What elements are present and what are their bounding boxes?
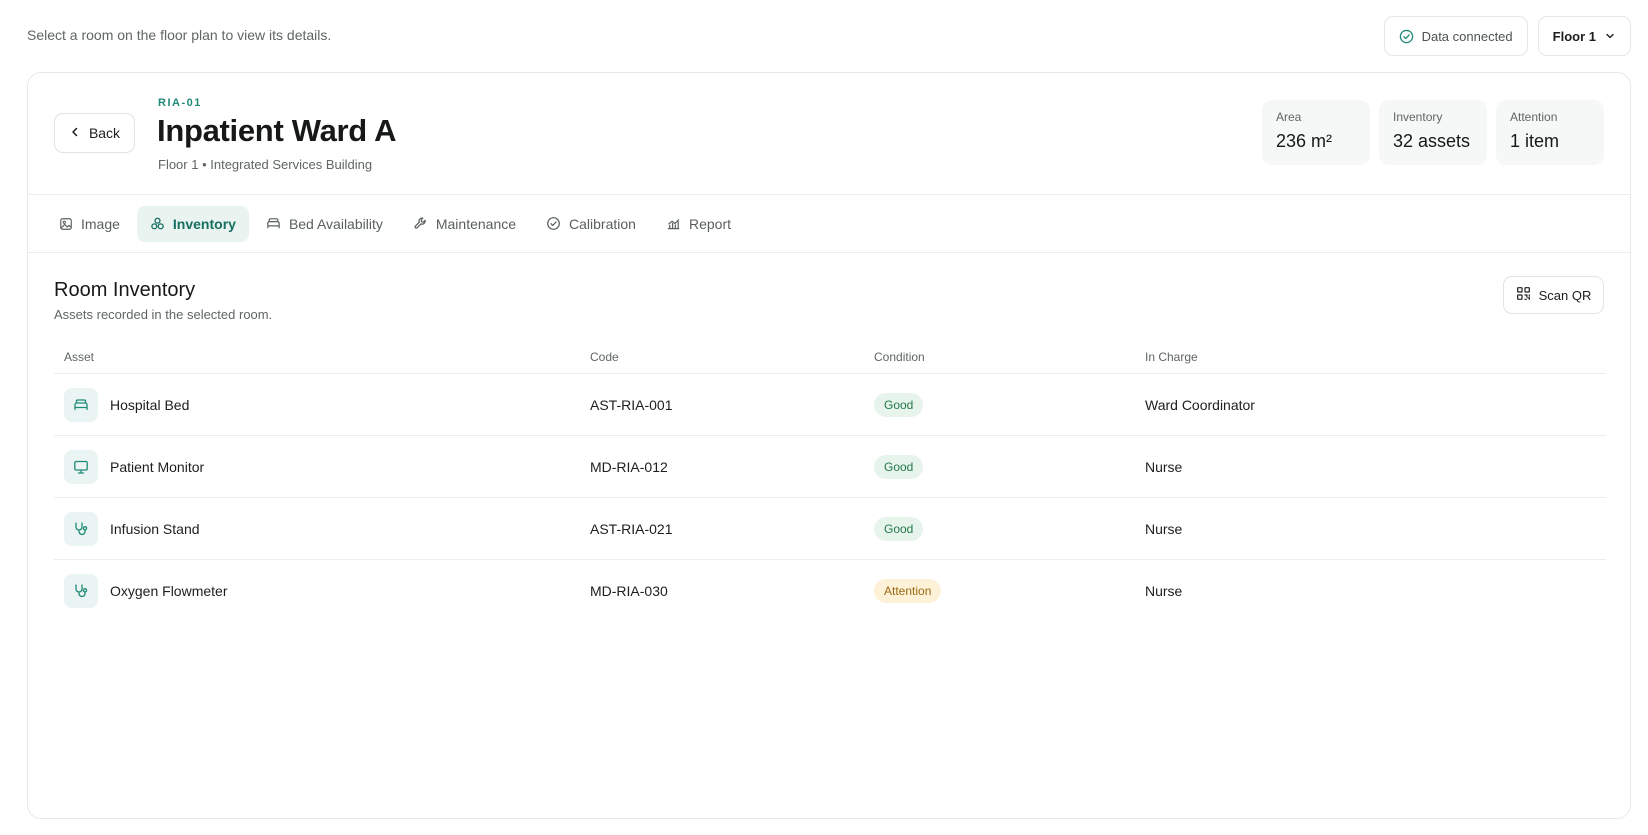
chart-icon [666,216,681,231]
in-charge: Nurse [1145,521,1183,537]
stat-attention: Attention 1 item [1496,100,1604,165]
room-detail-card: Back RIA-01 Inpatient Ward A Floor 1 • I… [27,72,1631,819]
boxes-icon [150,216,165,231]
tab-bed-availability[interactable]: Bed Availability [253,206,396,242]
asset-name: Oxygen Flowmeter [110,583,228,599]
condition-cell: Attention [874,560,942,622]
asset-code: AST-RIA-021 [590,521,673,537]
check-circle-icon [546,216,561,231]
condition-badge: Good [874,517,924,541]
check-circle-icon [1399,29,1414,44]
column-header-asset: Asset [64,350,95,364]
tab-label: Report [688,215,731,232]
stat-value: 236 m² [1276,131,1333,151]
stat-label: Attention [1510,110,1558,124]
tab-report[interactable]: Report [653,206,744,242]
floor-select[interactable]: Floor 1 [1537,16,1631,56]
chevron-left-icon [69,125,81,141]
stat-value: 32 assets [1393,131,1471,151]
scan-qr-button[interactable]: Scan QR [1503,276,1604,314]
stethoscope-icon [64,574,98,608]
data-status-label: Data connected [1421,28,1513,44]
asset-cell: Oxygen Flowmeter [64,560,227,622]
tab-label: Inventory [172,215,236,232]
room-stats: Area 236 m² Inventory 32 assets Attentio… [1262,100,1604,165]
column-header-in-charge: In Charge [1145,350,1198,364]
wrench-icon [413,216,428,231]
data-status-badge: Data connected [1383,16,1528,56]
table-row[interactable]: Hospital Bed AST-RIA-001 Good Ward Coord… [54,374,1606,436]
room-tabs: Image Inventory Bed Availability Mainten… [28,195,1630,253]
back-label: Back [88,125,121,141]
table-row[interactable]: Oxygen Flowmeter MD-RIA-030 Attention Nu… [54,560,1606,622]
column-header-code: Code [590,350,619,364]
tab-maintenance[interactable]: Maintenance [400,206,529,242]
tab-label: Calibration [569,215,636,232]
tab-label: Image [81,215,120,232]
back-button[interactable]: Back [54,113,135,153]
stat-area: Area 236 m² [1262,100,1370,165]
stethoscope-icon [64,512,98,546]
floor-select-value: Floor 1 [1552,28,1596,44]
tab-label: Bed Availability [288,215,383,232]
in-charge: Nurse [1145,459,1183,475]
top-bar: Select a room on the floor plan to view … [0,0,1648,72]
condition-badge: Good [874,455,924,479]
stat-inventory: Inventory 32 assets [1379,100,1487,165]
stat-label: Area [1276,110,1302,124]
stat-value: 1 item [1510,131,1560,151]
room-location: Floor 1 • Integrated Services Building [158,157,373,172]
tab-label: Maintenance [435,215,517,232]
inventory-title: Room Inventory [54,279,196,301]
chevron-down-icon [1604,30,1616,42]
condition-badge: Attention [874,579,942,603]
monitor-icon [64,450,98,484]
inventory-subtitle: Assets recorded in the selected room. [54,307,273,322]
asset-code: AST-RIA-001 [590,397,673,413]
scan-qr-label: Scan QR [1538,287,1592,303]
table-header: Asset Code Condition In Charge [54,331,1606,374]
asset-cell: Infusion Stand [64,498,200,560]
table-row[interactable]: Patient Monitor MD-RIA-012 Good Nurse [54,436,1606,498]
bed-icon [266,216,281,231]
asset-code: MD-RIA-012 [590,459,668,475]
tab-image[interactable]: Image [46,206,133,242]
asset-cell: Hospital Bed [64,374,189,436]
asset-code: MD-RIA-030 [590,583,668,599]
table-row[interactable]: Infusion Stand AST-RIA-021 Good Nurse [54,498,1606,560]
condition-badge: Good [874,393,924,417]
condition-cell: Good [874,436,924,498]
room-header: Back RIA-01 Inpatient Ward A Floor 1 • I… [28,73,1630,195]
asset-cell: Patient Monitor [64,436,204,498]
room-code: RIA-01 [158,97,202,109]
room-title: Inpatient Ward A [157,113,397,148]
tab-inventory[interactable]: Inventory [136,205,249,242]
floor-plan-hint: Select a room on the floor plan to view … [27,27,332,43]
top-actions: Data connected Floor 1 [1383,16,1631,56]
qr-code-icon [1516,286,1531,304]
bed-icon [64,388,98,422]
condition-cell: Good [874,374,924,436]
in-charge: Nurse [1145,583,1183,599]
stat-label: Inventory [1393,110,1443,124]
asset-name: Hospital Bed [110,397,190,413]
column-header-condition: Condition [874,350,925,364]
tab-calibration[interactable]: Calibration [533,206,649,242]
asset-name: Infusion Stand [110,521,200,537]
asset-name: Patient Monitor [110,459,205,475]
condition-cell: Good [874,498,924,560]
image-icon [59,217,73,231]
in-charge: Ward Coordinator [1145,397,1255,413]
inventory-table: Asset Code Condition In Charge Hospital … [54,331,1606,622]
